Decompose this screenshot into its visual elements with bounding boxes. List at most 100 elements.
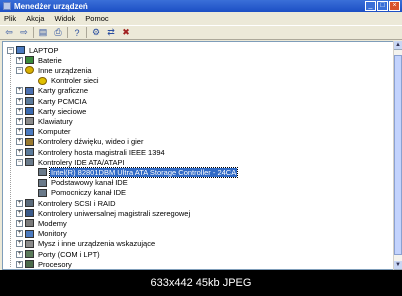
- window-title: Menedżer urządzeń: [14, 1, 88, 11]
- print-icon[interactable]: ⎙: [52, 27, 64, 38]
- expander-icon[interactable]: +: [16, 138, 23, 146]
- expander-icon[interactable]: +: [16, 97, 23, 105]
- warning-device-icon: [38, 76, 47, 85]
- tree-item[interactable]: − Inne urządzenia: [16, 65, 92, 75]
- tree-item-label[interactable]: Mysz i inne urządzenia wskazujące: [37, 239, 156, 248]
- ieee1394-icon: [25, 148, 34, 156]
- title-bar[interactable]: Menedżer urządzeń _ □ ×: [0, 0, 402, 12]
- expander-icon[interactable]: +: [16, 107, 23, 115]
- tree-item[interactable]: Kontroler sieci: [29, 76, 100, 86]
- toolbar-separator: [86, 27, 87, 38]
- tree-item-label[interactable]: Modemy: [37, 219, 68, 228]
- close-button[interactable]: ×: [389, 1, 400, 11]
- display-adapter-icon: [25, 86, 34, 95]
- scroll-up-icon[interactable]: ▲: [394, 41, 402, 50]
- battery-icon: [25, 56, 34, 65]
- tree-root-label[interactable]: LAPTOP: [28, 46, 59, 55]
- tree-item-label[interactable]: Kontrolery dźwięku, wideo i gier: [37, 137, 144, 146]
- expander-icon[interactable]: −: [16, 158, 23, 166]
- tree-item[interactable]: + Kontrolery dźwięku, wideo i gier: [16, 137, 144, 147]
- maximize-button[interactable]: □: [377, 1, 388, 11]
- tree-item-label[interactable]: Klawiatury: [37, 117, 74, 126]
- tree-item-label[interactable]: Kontrolery hosta magistrali IEEE 1394: [37, 148, 166, 157]
- usb-icon: [25, 209, 34, 218]
- tree-item[interactable]: + Mysz i inne urządzenia wskazujące: [16, 239, 156, 249]
- tree-item-label[interactable]: Pomocniczy kanał IDE: [50, 188, 127, 197]
- expander-icon[interactable]: +: [16, 148, 23, 156]
- expander-icon[interactable]: +: [16, 230, 23, 238]
- tree-item[interactable]: + Monitory: [16, 229, 68, 239]
- tree-item-label[interactable]: Baterie: [37, 56, 63, 65]
- tree-item-label[interactable]: Procesory: [37, 260, 73, 269]
- tree-item-label[interactable]: Karty PCMCIA: [37, 97, 88, 106]
- tree-item[interactable]: + Baterie: [16, 55, 63, 65]
- tree-item-label[interactable]: Inne urządzenia: [37, 66, 92, 75]
- menu-action[interactable]: Akcja: [21, 14, 49, 23]
- device-manager-window: Menedżer urządzeń _ □ × Plik Akcja Widok…: [0, 0, 402, 270]
- menu-view[interactable]: Widok: [49, 14, 80, 23]
- expander-icon[interactable]: +: [16, 56, 23, 64]
- expander-icon[interactable]: +: [16, 128, 23, 136]
- tree-item[interactable]: + Kontrolery uniwersalnej magistrali szer…: [16, 208, 191, 218]
- tree-item[interactable]: + Kontrolery SCSI i RAID: [16, 198, 117, 208]
- tree-item-label[interactable]: Karty sieciowe: [37, 107, 87, 116]
- expander-icon[interactable]: +: [16, 199, 23, 207]
- tree-root[interactable]: − LAPTOP: [7, 45, 59, 55]
- tree-item[interactable]: − Kontrolery IDE ATA/ATAPI: [16, 157, 126, 167]
- tree-item-label[interactable]: Kontrolery uniwersalnej magistrali szere…: [37, 209, 191, 218]
- vertical-scrollbar[interactable]: ▲ ▼: [393, 41, 402, 270]
- tree-item-label[interactable]: Podstawowy kanał IDE: [50, 178, 129, 187]
- tree-item-label[interactable]: Kontrolery SCSI i RAID: [37, 199, 117, 208]
- expander-icon[interactable]: +: [16, 87, 23, 95]
- tree-item-label[interactable]: Kontrolery IDE ATA/ATAPI: [37, 158, 126, 167]
- tree-item[interactable]: + Komputer: [16, 127, 72, 137]
- scroll-down-icon[interactable]: ▼: [394, 261, 402, 270]
- tree-item[interactable]: + Karty graficzne: [16, 86, 89, 96]
- toolbar-separator: [33, 27, 34, 38]
- menu-bar: Plik Akcja Widok Pomoc: [0, 12, 402, 25]
- scroll-thumb[interactable]: [394, 55, 402, 255]
- uninstall-icon[interactable]: ✖: [120, 27, 132, 38]
- expander-icon[interactable]: +: [16, 240, 23, 248]
- tree-item-label[interactable]: Intel(R) 82801DBM Ultra ATA Storage Cont…: [48, 166, 239, 178]
- tree-item-label[interactable]: Porty (COM i LPT): [37, 250, 101, 259]
- tree-item[interactable]: + Modemy: [16, 218, 68, 228]
- ide-channel-icon: [38, 188, 47, 197]
- expander-icon[interactable]: +: [16, 117, 23, 125]
- menu-help[interactable]: Pomoc: [80, 14, 113, 23]
- update-driver-icon[interactable]: ⇄: [105, 27, 117, 38]
- device-tree[interactable]: − LAPTOP + Baterie − Inne urządzenia Kontrol…: [2, 41, 395, 270]
- tree-item[interactable]: Podstawowy kanał IDE: [29, 178, 129, 188]
- help-icon[interactable]: ?: [71, 27, 83, 38]
- tree-item[interactable]: + Porty (COM i LPT): [16, 249, 101, 259]
- menu-file[interactable]: Plik: [0, 14, 21, 23]
- expander-icon[interactable]: −: [16, 66, 23, 74]
- port-icon: [25, 250, 34, 258]
- tree-item[interactable]: Intel(R) 82801DBM Ultra ATA Storage Cont…: [29, 166, 239, 178]
- ide-channel-icon: [38, 178, 47, 187]
- tree-item[interactable]: + Kontrolery hosta magistrali IEEE 1394: [16, 147, 166, 157]
- computer-icon: [25, 127, 34, 136]
- tree-item-label[interactable]: Komputer: [37, 127, 72, 136]
- tree-item[interactable]: Pomocniczy kanał IDE: [29, 188, 127, 198]
- scsi-icon: [25, 199, 34, 207]
- tree-item[interactable]: + Karty sieciowe: [16, 106, 87, 116]
- tree-item-label[interactable]: Karty graficzne: [37, 86, 89, 95]
- properties-icon[interactable]: ▤: [37, 27, 49, 38]
- tree-item[interactable]: + Klawiatury: [16, 116, 74, 126]
- tree-item-label[interactable]: Monitory: [37, 229, 68, 238]
- expander-icon[interactable]: +: [16, 250, 23, 258]
- unknown-device-icon: [25, 66, 34, 75]
- tree-item-label[interactable]: Kontroler sieci: [50, 76, 100, 85]
- minimize-button[interactable]: _: [365, 1, 376, 11]
- toolbar-separator: [67, 27, 68, 38]
- expander-icon[interactable]: +: [16, 209, 23, 217]
- tree-item[interactable]: + Procesory: [16, 259, 73, 269]
- expander-icon[interactable]: +: [16, 260, 23, 268]
- forward-icon[interactable]: ⇨: [18, 27, 30, 38]
- scan-hardware-icon[interactable]: ⚙: [90, 27, 102, 38]
- expander-icon[interactable]: +: [16, 219, 23, 227]
- tree-item[interactable]: + Karty PCMCIA: [16, 96, 88, 106]
- back-icon[interactable]: ⇦: [3, 27, 15, 38]
- mouse-icon: [25, 239, 34, 248]
